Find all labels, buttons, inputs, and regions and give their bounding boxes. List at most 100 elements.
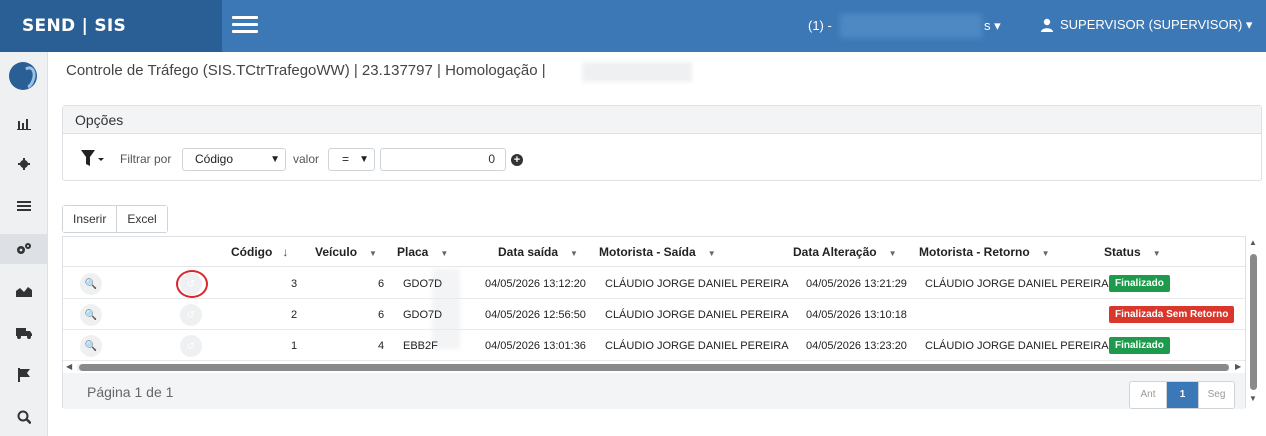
user-label: SUPERVISOR (SUPERVISOR) ▾: [1060, 17, 1253, 32]
col-codigo[interactable]: Código ↓: [231, 245, 288, 259]
scroll-up-icon[interactable]: ▲: [1249, 238, 1257, 247]
operator-select[interactable]: = ▼: [328, 148, 375, 171]
value-label: valor: [293, 152, 320, 166]
page-info: Página 1 de 1: [87, 384, 174, 400]
cell-data-alteracao: 04/05/2026 13:21:29: [806, 278, 907, 290]
brand-logo[interactable]: SEND | SIS: [0, 0, 222, 52]
chevron-down-icon: ▼: [270, 154, 280, 165]
chevron-down-icon: ▼: [707, 249, 716, 258]
horizontal-scrollbar[interactable]: ◀ ▶: [63, 362, 1245, 372]
chevron-down-icon: ▼: [359, 154, 369, 165]
view-icon[interactable]: 🔍: [80, 304, 102, 326]
cell-data-saida: 04/05/2026 13:12:20: [485, 278, 586, 290]
excel-button[interactable]: Excel: [116, 206, 167, 232]
traffic-grid: Código ↓ Veículo ▼ Placa ▼ Data saída ▼ Moto…: [62, 236, 1246, 409]
filter-value-input[interactable]: 0: [380, 148, 506, 171]
cell-motorista-saida: CLÁUDIO JORGE DANIEL PEREIRA: [605, 278, 789, 290]
environment-prefix[interactable]: (1) -: [808, 18, 832, 33]
cell-codigo: 1: [291, 340, 298, 352]
view-icon[interactable]: 🔍: [80, 273, 102, 295]
col-data-alteracao-label: Data Alteração: [793, 245, 877, 259]
view-icon[interactable]: 🔍: [80, 335, 102, 357]
table-row[interactable]: 🔍 ↺ 1 4 EBB2F 04/05/2026 13:01:36 CLÁUDI…: [63, 330, 1245, 361]
list-icon[interactable]: [0, 191, 48, 221]
highlight-marker: [176, 270, 208, 298]
cell-data-alteracao: 04/05/2026 13:10:18: [806, 309, 907, 321]
search-icon[interactable]: [0, 402, 48, 432]
grid-footer: Página 1 de 1 Ant 1 Seg: [63, 373, 1245, 409]
chevron-down-icon: ▼: [440, 249, 449, 258]
chevron-down-icon: ▼: [369, 249, 377, 258]
page-title: Controle de Tráfego (SIS.TCtrTrafegoWW) …: [66, 62, 546, 79]
vscroll-thumb[interactable]: [1250, 254, 1257, 390]
truck-icon[interactable]: [0, 318, 48, 348]
cell-motorista-saida: CLÁUDIO JORGE DANIEL PEREIRA: [605, 309, 789, 321]
col-data-alteracao[interactable]: Data Alteração ▼: [793, 245, 897, 259]
filter-icon[interactable]: [81, 150, 105, 168]
cell-veiculo: 4: [378, 340, 385, 352]
hamburger-menu-icon[interactable]: [232, 16, 258, 36]
undo-icon[interactable]: ↺: [180, 304, 202, 326]
scroll-down-icon[interactable]: ▼: [1249, 394, 1257, 403]
scroll-right-icon[interactable]: ▶: [1235, 362, 1241, 371]
environment-redacted: [840, 14, 982, 38]
status-badge: Finalizada Sem Retorno: [1109, 306, 1235, 323]
grid-toolbar: Inserir Excel: [62, 205, 168, 233]
filter-field-value: Código: [195, 152, 234, 166]
undo-icon[interactable]: ↺: [180, 335, 202, 357]
col-codigo-label: Código: [231, 245, 273, 259]
options-panel-title: Opções: [63, 106, 1261, 134]
col-placa[interactable]: Placa ▼: [397, 245, 448, 259]
cell-data-saida: 04/05/2026 13:01:36: [485, 340, 586, 352]
cell-veiculo: 6: [378, 278, 385, 290]
col-status[interactable]: Status ▼: [1104, 245, 1161, 259]
pager: Ant 1 Seg: [1129, 381, 1235, 409]
next-page-button[interactable]: Seg: [1198, 382, 1234, 408]
col-motorista-retorno[interactable]: Motorista - Retorno ▼: [919, 245, 1050, 259]
flag-icon[interactable]: [0, 360, 48, 390]
status-badge: Finalizado: [1109, 275, 1170, 292]
prev-page-button[interactable]: Ant: [1130, 382, 1166, 408]
col-data-saida[interactable]: Data saída ▼: [498, 245, 578, 259]
scroll-thumb[interactable]: [79, 364, 1229, 371]
gears-icon[interactable]: [0, 234, 48, 264]
scroll-left-icon[interactable]: ◀: [66, 362, 72, 371]
filter-label: Filtrar por: [120, 152, 172, 166]
environment-dropdown-caret[interactable]: s ▾: [984, 18, 1001, 34]
col-motorista-saida-label: Motorista - Saída: [599, 245, 696, 259]
filter-field-select[interactable]: Código ▼: [182, 148, 286, 171]
col-placa-label: Placa: [397, 245, 429, 259]
insert-button[interactable]: Inserir: [63, 206, 117, 232]
chevron-down-icon: ▼: [1041, 249, 1050, 258]
chevron-down-icon: ▼: [888, 249, 897, 258]
col-motorista-saida[interactable]: Motorista - Saída ▼: [599, 245, 716, 259]
user-icon: [1041, 18, 1053, 32]
cell-codigo: 2: [291, 309, 298, 321]
user-menu[interactable]: SUPERVISOR (SUPERVISOR) ▾: [1040, 17, 1252, 33]
dashboard-icon[interactable]: [0, 109, 48, 139]
col-veiculo[interactable]: Veículo ▼: [315, 245, 377, 259]
current-page-button[interactable]: 1: [1166, 382, 1198, 408]
col-data-saida-label: Data saída: [498, 245, 559, 259]
options-panel: Opções Filtrar por Código ▼ valor = ▼ 0 …: [62, 105, 1262, 181]
add-filter-icon[interactable]: +: [511, 154, 523, 166]
cell-placa: GDO7D: [403, 278, 443, 290]
cell-motorista-saida: CLÁUDIO JORGE DANIEL PEREIRA: [605, 340, 789, 352]
title-redacted: [582, 62, 692, 82]
operator-value: =: [342, 152, 350, 166]
table-row[interactable]: 🔍 ↺ 3 6 GDO7D 04/05/2026 13:12:20 CLÁUDI…: [63, 268, 1245, 299]
cell-motorista-retorno: CLÁUDIO JORGE DANIEL PEREIRA: [925, 278, 1109, 290]
vertical-scrollbar[interactable]: ▲ ▼: [1248, 238, 1260, 406]
area-chart-icon[interactable]: [0, 276, 48, 306]
cell-motorista-retorno: CLÁUDIO JORGE DANIEL PEREIRA: [925, 340, 1109, 352]
sort-desc-icon: ↓: [282, 245, 289, 259]
chevron-down-icon: ▼: [1152, 249, 1161, 258]
cell-codigo: 3: [291, 278, 298, 290]
chevron-down-icon: ▼: [570, 249, 578, 258]
gear-icon[interactable]: [0, 149, 48, 179]
left-sidebar: [0, 52, 48, 436]
col-motorista-retorno-label: Motorista - Retorno: [919, 245, 1030, 259]
status-badge: Finalizado: [1109, 337, 1170, 354]
app-logo-icon[interactable]: [9, 62, 37, 90]
table-row[interactable]: 🔍 ↺ 2 6 GDO7D 04/05/2026 12:56:50 CLÁUDI…: [63, 299, 1245, 330]
